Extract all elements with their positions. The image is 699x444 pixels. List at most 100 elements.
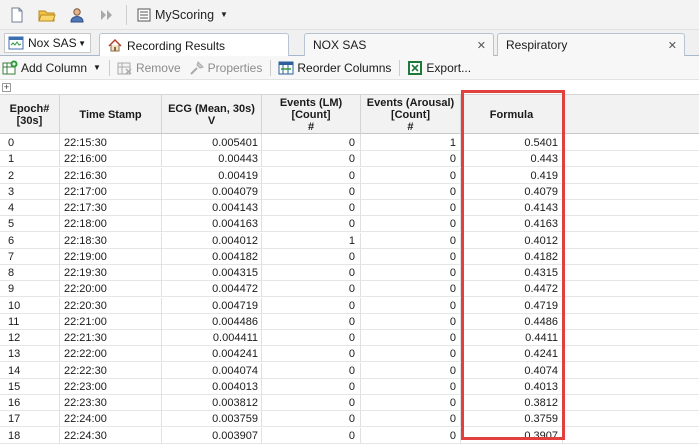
table-row[interactable]: 1 22:16:00 0.00443 0 0 0.443 (0, 151, 699, 168)
column-header-epoch[interactable]: Epoch# [30s] (0, 95, 60, 135)
events-lm-cell[interactable]: 0 (262, 395, 361, 411)
timestamp-cell[interactable]: 22:16:00 (60, 151, 162, 168)
add-column-button[interactable]: Add Column ▼ (2, 60, 101, 76)
ecg-cell[interactable]: 0.003907 (162, 427, 262, 444)
timestamp-cell[interactable]: 22:16:30 (60, 167, 162, 184)
formula-cell[interactable]: 0.4472 (461, 281, 563, 298)
table-row[interactable]: 16 22:23:30 0.003812 0 0 0.3812 (0, 395, 699, 411)
column-header-formula[interactable]: Formula (461, 95, 563, 135)
reorder-columns-button[interactable]: Reorder Columns (278, 60, 391, 76)
events-lm-cell[interactable]: 0 (262, 330, 361, 346)
epoch-cell[interactable]: 5 (0, 216, 60, 233)
formula-cell[interactable]: 0.3759 (461, 411, 563, 428)
ecg-cell[interactable]: 0.00419 (162, 167, 262, 184)
table-row[interactable]: 15 22:23:00 0.004013 0 0 0.4013 (0, 378, 699, 395)
table-row[interactable]: 12 22:21:30 0.004411 0 0 0.4411 (0, 330, 699, 346)
timestamp-cell[interactable]: 22:24:30 (60, 427, 162, 444)
epoch-cell[interactable]: 9 (0, 281, 60, 298)
column-header-events-lm[interactable]: Events (LM) [Count] # (262, 95, 361, 135)
table-row[interactable]: 3 22:17:00 0.004079 0 0 0.4079 (0, 183, 699, 200)
ecg-cell[interactable]: 0.004079 (162, 183, 262, 200)
epoch-cell[interactable]: 17 (0, 411, 60, 428)
timestamp-cell[interactable]: 22:24:00 (60, 411, 162, 428)
formula-cell[interactable]: 0.4719 (461, 297, 563, 314)
epoch-cell[interactable]: 14 (0, 362, 60, 379)
events-arousal-cell[interactable]: 0 (361, 297, 461, 314)
epoch-cell[interactable]: 6 (0, 232, 60, 249)
events-lm-cell[interactable]: 0 (262, 216, 361, 233)
ecg-cell[interactable]: 0.003812 (162, 395, 262, 411)
user-icon[interactable] (66, 4, 88, 26)
table-row[interactable]: 7 22:19:00 0.004182 0 0 0.4182 (0, 248, 699, 265)
column-header-timestamp[interactable]: Time Stamp (60, 95, 162, 135)
epoch-cell[interactable]: 0 (0, 135, 60, 151)
ecg-cell[interactable]: 0.003759 (162, 411, 262, 428)
scoring-dropdown[interactable]: MyScoring ▼ (133, 4, 232, 26)
ecg-cell[interactable]: 0.005401 (162, 135, 262, 151)
events-lm-cell[interactable]: 0 (262, 248, 361, 265)
epoch-cell[interactable]: 16 (0, 395, 60, 411)
formula-cell[interactable]: 0.4012 (461, 232, 563, 249)
ecg-cell[interactable]: 0.004719 (162, 297, 262, 314)
formula-cell[interactable]: 0.4411 (461, 330, 563, 346)
ecg-cell[interactable]: 0.004143 (162, 200, 262, 216)
events-lm-cell[interactable]: 0 (262, 151, 361, 168)
formula-cell[interactable]: 0.4182 (461, 248, 563, 265)
events-arousal-cell[interactable]: 0 (361, 378, 461, 395)
timestamp-cell[interactable]: 22:20:00 (60, 281, 162, 298)
close-icon[interactable]: ✕ (668, 39, 677, 52)
ecg-cell[interactable]: 0.004486 (162, 313, 262, 330)
events-arousal-cell[interactable]: 0 (361, 151, 461, 168)
table-row[interactable]: 5 22:18:00 0.004163 0 0 0.4163 (0, 216, 699, 233)
epoch-cell[interactable]: 2 (0, 167, 60, 184)
events-lm-cell[interactable]: 0 (262, 265, 361, 281)
table-row[interactable]: 11 22:21:00 0.004486 0 0 0.4486 (0, 313, 699, 330)
events-arousal-cell[interactable]: 0 (361, 183, 461, 200)
formula-cell[interactable]: 0.5401 (461, 135, 563, 151)
formula-cell[interactable]: 0.3907 (461, 427, 563, 444)
table-row[interactable]: 18 22:24:30 0.003907 0 0 0.3907 (0, 427, 699, 444)
timestamp-cell[interactable]: 22:23:30 (60, 395, 162, 411)
formula-cell[interactable]: 0.443 (461, 151, 563, 168)
expand-icon[interactable]: + (2, 83, 11, 92)
epoch-cell[interactable]: 10 (0, 297, 60, 314)
events-lm-cell[interactable]: 0 (262, 297, 361, 314)
table-row[interactable]: 2 22:16:30 0.00419 0 0 0.419 (0, 167, 699, 184)
table-row[interactable]: 14 22:22:30 0.004074 0 0 0.4074 (0, 362, 699, 379)
table-row[interactable]: 0 22:15:30 0.005401 0 1 0.5401 (0, 135, 699, 151)
forward-icon[interactable] (96, 4, 118, 26)
timestamp-cell[interactable]: 22:19:30 (60, 265, 162, 281)
ecg-cell[interactable]: 0.004163 (162, 216, 262, 233)
column-header-ecg[interactable]: ECG (Mean, 30s) V (162, 95, 262, 135)
events-lm-cell[interactable]: 0 (262, 167, 361, 184)
timestamp-cell[interactable]: 22:15:30 (60, 135, 162, 151)
events-arousal-cell[interactable]: 0 (361, 346, 461, 363)
events-lm-cell[interactable]: 0 (262, 135, 361, 151)
events-lm-cell[interactable]: 1 (262, 232, 361, 249)
tab-respiratory[interactable]: Respiratory ✕ (497, 33, 685, 56)
table-row[interactable]: 9 22:20:00 0.004472 0 0 0.4472 (0, 281, 699, 298)
timestamp-cell[interactable]: 22:22:00 (60, 346, 162, 363)
events-lm-cell[interactable]: 0 (262, 362, 361, 379)
table-row[interactable]: 10 22:20:30 0.004719 0 0 0.4719 (0, 297, 699, 314)
formula-cell[interactable]: 0.4241 (461, 346, 563, 363)
events-lm-cell[interactable]: 0 (262, 183, 361, 200)
events-arousal-cell[interactable]: 0 (361, 248, 461, 265)
timestamp-cell[interactable]: 22:17:30 (60, 200, 162, 216)
events-arousal-cell[interactable]: 0 (361, 313, 461, 330)
formula-cell[interactable]: 0.4074 (461, 362, 563, 379)
formula-cell[interactable]: 0.3812 (461, 395, 563, 411)
table-row[interactable]: 8 22:19:30 0.004315 0 0 0.4315 (0, 265, 699, 281)
events-arousal-cell[interactable]: 0 (361, 216, 461, 233)
ecg-cell[interactable]: 0.004013 (162, 378, 262, 395)
table-row[interactable]: 13 22:22:00 0.004241 0 0 0.4241 (0, 346, 699, 363)
formula-cell[interactable]: 0.4079 (461, 183, 563, 200)
properties-button[interactable]: Properties (189, 60, 262, 76)
formula-cell[interactable]: 0.419 (461, 167, 563, 184)
formula-cell[interactable]: 0.4315 (461, 265, 563, 281)
formula-cell[interactable]: 0.4486 (461, 313, 563, 330)
new-file-icon[interactable] (6, 4, 28, 26)
formula-cell[interactable]: 0.4143 (461, 200, 563, 216)
events-lm-cell[interactable]: 0 (262, 378, 361, 395)
ecg-cell[interactable]: 0.004182 (162, 248, 262, 265)
